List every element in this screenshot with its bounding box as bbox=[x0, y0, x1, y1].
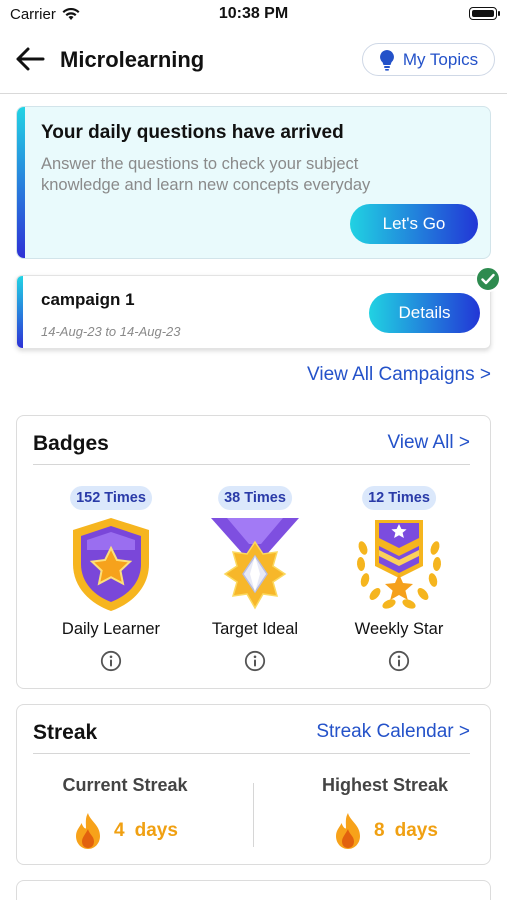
current-streak-unit: days bbox=[134, 820, 178, 841]
badge-count: 152 Times bbox=[70, 486, 152, 510]
info-icon[interactable] bbox=[244, 650, 266, 672]
badges-view-all-link[interactable]: View All > bbox=[387, 432, 470, 454]
battery-icon bbox=[469, 7, 500, 20]
back-button[interactable] bbox=[14, 46, 46, 72]
lets-go-button[interactable]: Let's Go bbox=[350, 204, 478, 244]
campaign-card[interactable]: campaign 1 14-Aug-23 to 14-Aug-23 Detail… bbox=[16, 275, 491, 349]
card-accent-bar bbox=[17, 276, 23, 348]
badge-name: Daily Learner bbox=[61, 620, 161, 638]
page-title: Microlearning bbox=[60, 47, 205, 72]
badge-item-target-ideal[interactable]: 38 Times Target Ideal bbox=[185, 486, 325, 676]
badge-name: Target Ideal bbox=[211, 620, 299, 638]
badges-card: Badges View All > 152 Times Daily Learne… bbox=[16, 415, 491, 689]
my-topics-button[interactable]: My Topics bbox=[362, 43, 495, 76]
badges-title: Badges bbox=[33, 432, 109, 455]
app-header: Microlearning My Topics bbox=[0, 28, 507, 94]
current-streak: Current Streak 4 days bbox=[25, 775, 225, 850]
shield-star-badge-icon bbox=[73, 518, 149, 611]
flame-icon bbox=[336, 813, 361, 849]
divider bbox=[33, 464, 470, 465]
daily-questions-card: Your daily questions have arrived Answer… bbox=[16, 106, 491, 259]
current-streak-number: 4 bbox=[114, 820, 125, 841]
view-all-campaigns-link[interactable]: View All Campaigns > bbox=[307, 364, 491, 386]
daily-questions-title: Your daily questions have arrived bbox=[41, 122, 344, 143]
highest-streak: Highest Streak 8 days bbox=[285, 775, 485, 850]
daily-questions-subtitle: Answer the questions to check your subje… bbox=[41, 155, 371, 194]
streak-divider bbox=[253, 783, 254, 847]
my-topics-label: My Topics bbox=[402, 49, 479, 69]
streak-title: Streak bbox=[33, 721, 98, 744]
current-streak-label: Current Streak bbox=[62, 775, 188, 795]
divider bbox=[33, 753, 470, 754]
flame-icon bbox=[76, 813, 101, 849]
highest-streak-label: Highest Streak bbox=[321, 775, 449, 795]
status-time: 10:38 PM bbox=[218, 5, 289, 22]
streak-card: Streak Streak Calendar > Current Streak … bbox=[16, 704, 491, 865]
highest-streak-number: 8 bbox=[374, 820, 385, 841]
details-button[interactable]: Details bbox=[369, 293, 480, 333]
badge-item-daily-learner[interactable]: 152 Times Daily Learner bbox=[41, 486, 181, 676]
lightbulb-icon bbox=[379, 49, 394, 71]
streak-calendar-link[interactable]: Streak Calendar > bbox=[316, 721, 470, 743]
arrow-left-icon bbox=[16, 47, 45, 71]
diamond-medal-badge-icon bbox=[211, 518, 299, 610]
badge-count: 12 Times bbox=[362, 486, 436, 510]
card-accent-bar bbox=[17, 107, 25, 258]
highest-streak-value: 8 days bbox=[285, 812, 485, 850]
badge-name: Weekly Star bbox=[354, 620, 444, 638]
badge-item-weekly-star[interactable]: 12 Times Weekly Star bbox=[329, 486, 469, 676]
info-icon[interactable] bbox=[388, 650, 410, 672]
campaign-dates: 14-Aug-23 to 14-Aug-23 bbox=[41, 324, 181, 339]
current-streak-value: 4 days bbox=[25, 812, 225, 850]
campaign-name: campaign 1 bbox=[41, 290, 135, 309]
laurel-star-badge-icon bbox=[356, 520, 442, 609]
next-section-card bbox=[16, 880, 491, 900]
check-circle-icon bbox=[475, 266, 501, 292]
badge-count: 38 Times bbox=[218, 486, 292, 510]
highest-streak-unit: days bbox=[394, 820, 438, 841]
status-bar: Carrier 10:38 PM bbox=[0, 0, 507, 28]
info-icon[interactable] bbox=[100, 650, 122, 672]
